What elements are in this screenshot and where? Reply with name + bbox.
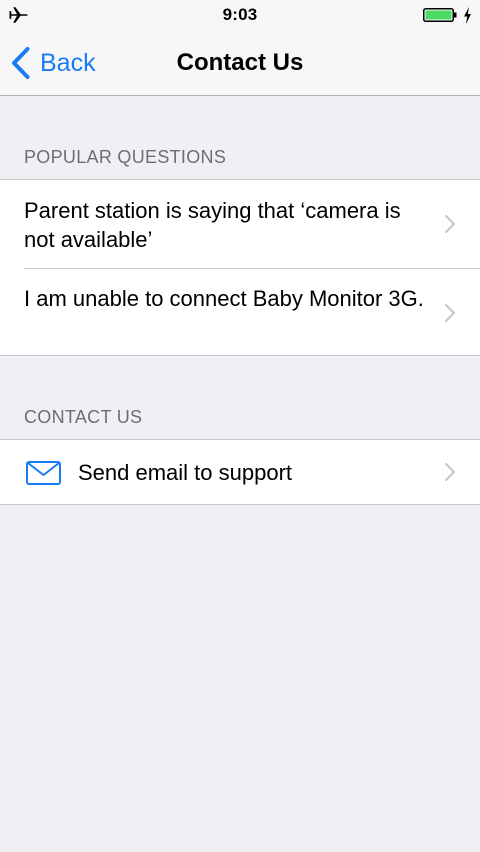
page-title: Contact Us <box>176 49 304 76</box>
contact-group: Send email to support <box>0 439 480 505</box>
status-bar: 9:03 <box>0 0 480 30</box>
top-bar: 9:03 Back Contact Us <box>0 0 480 96</box>
mail-icon <box>26 461 61 485</box>
chevron-right-icon <box>444 462 456 482</box>
navigation-bar: Back Contact Us <box>0 30 480 96</box>
send-email-label: Send email to support <box>78 460 293 485</box>
send-email-row[interactable]: Send email to support <box>0 440 480 504</box>
section-header-popular-questions: POPULAR QUESTIONS <box>24 147 227 167</box>
popular-questions-group: Parent station is saying that ‘camera is… <box>0 179 480 356</box>
list-item-text: I am unable to connect Baby Monitor 3G. <box>24 286 424 311</box>
question-camera-not-available[interactable]: Parent station is saying that ‘camera is… <box>0 180 480 268</box>
chevron-right-icon <box>444 303 456 323</box>
chevron-right-icon <box>444 214 456 234</box>
status-time: 9:03 <box>222 5 258 24</box>
section-header-contact-us: CONTACT US <box>24 407 143 427</box>
question-unable-to-connect[interactable]: I am unable to connect Baby Monitor 3G. <box>0 268 480 355</box>
list-item-text: Parent station is saying that ‘camera is… <box>24 198 401 252</box>
charging-bolt-icon <box>464 7 471 24</box>
battery-charging-icon <box>423 8 457 22</box>
